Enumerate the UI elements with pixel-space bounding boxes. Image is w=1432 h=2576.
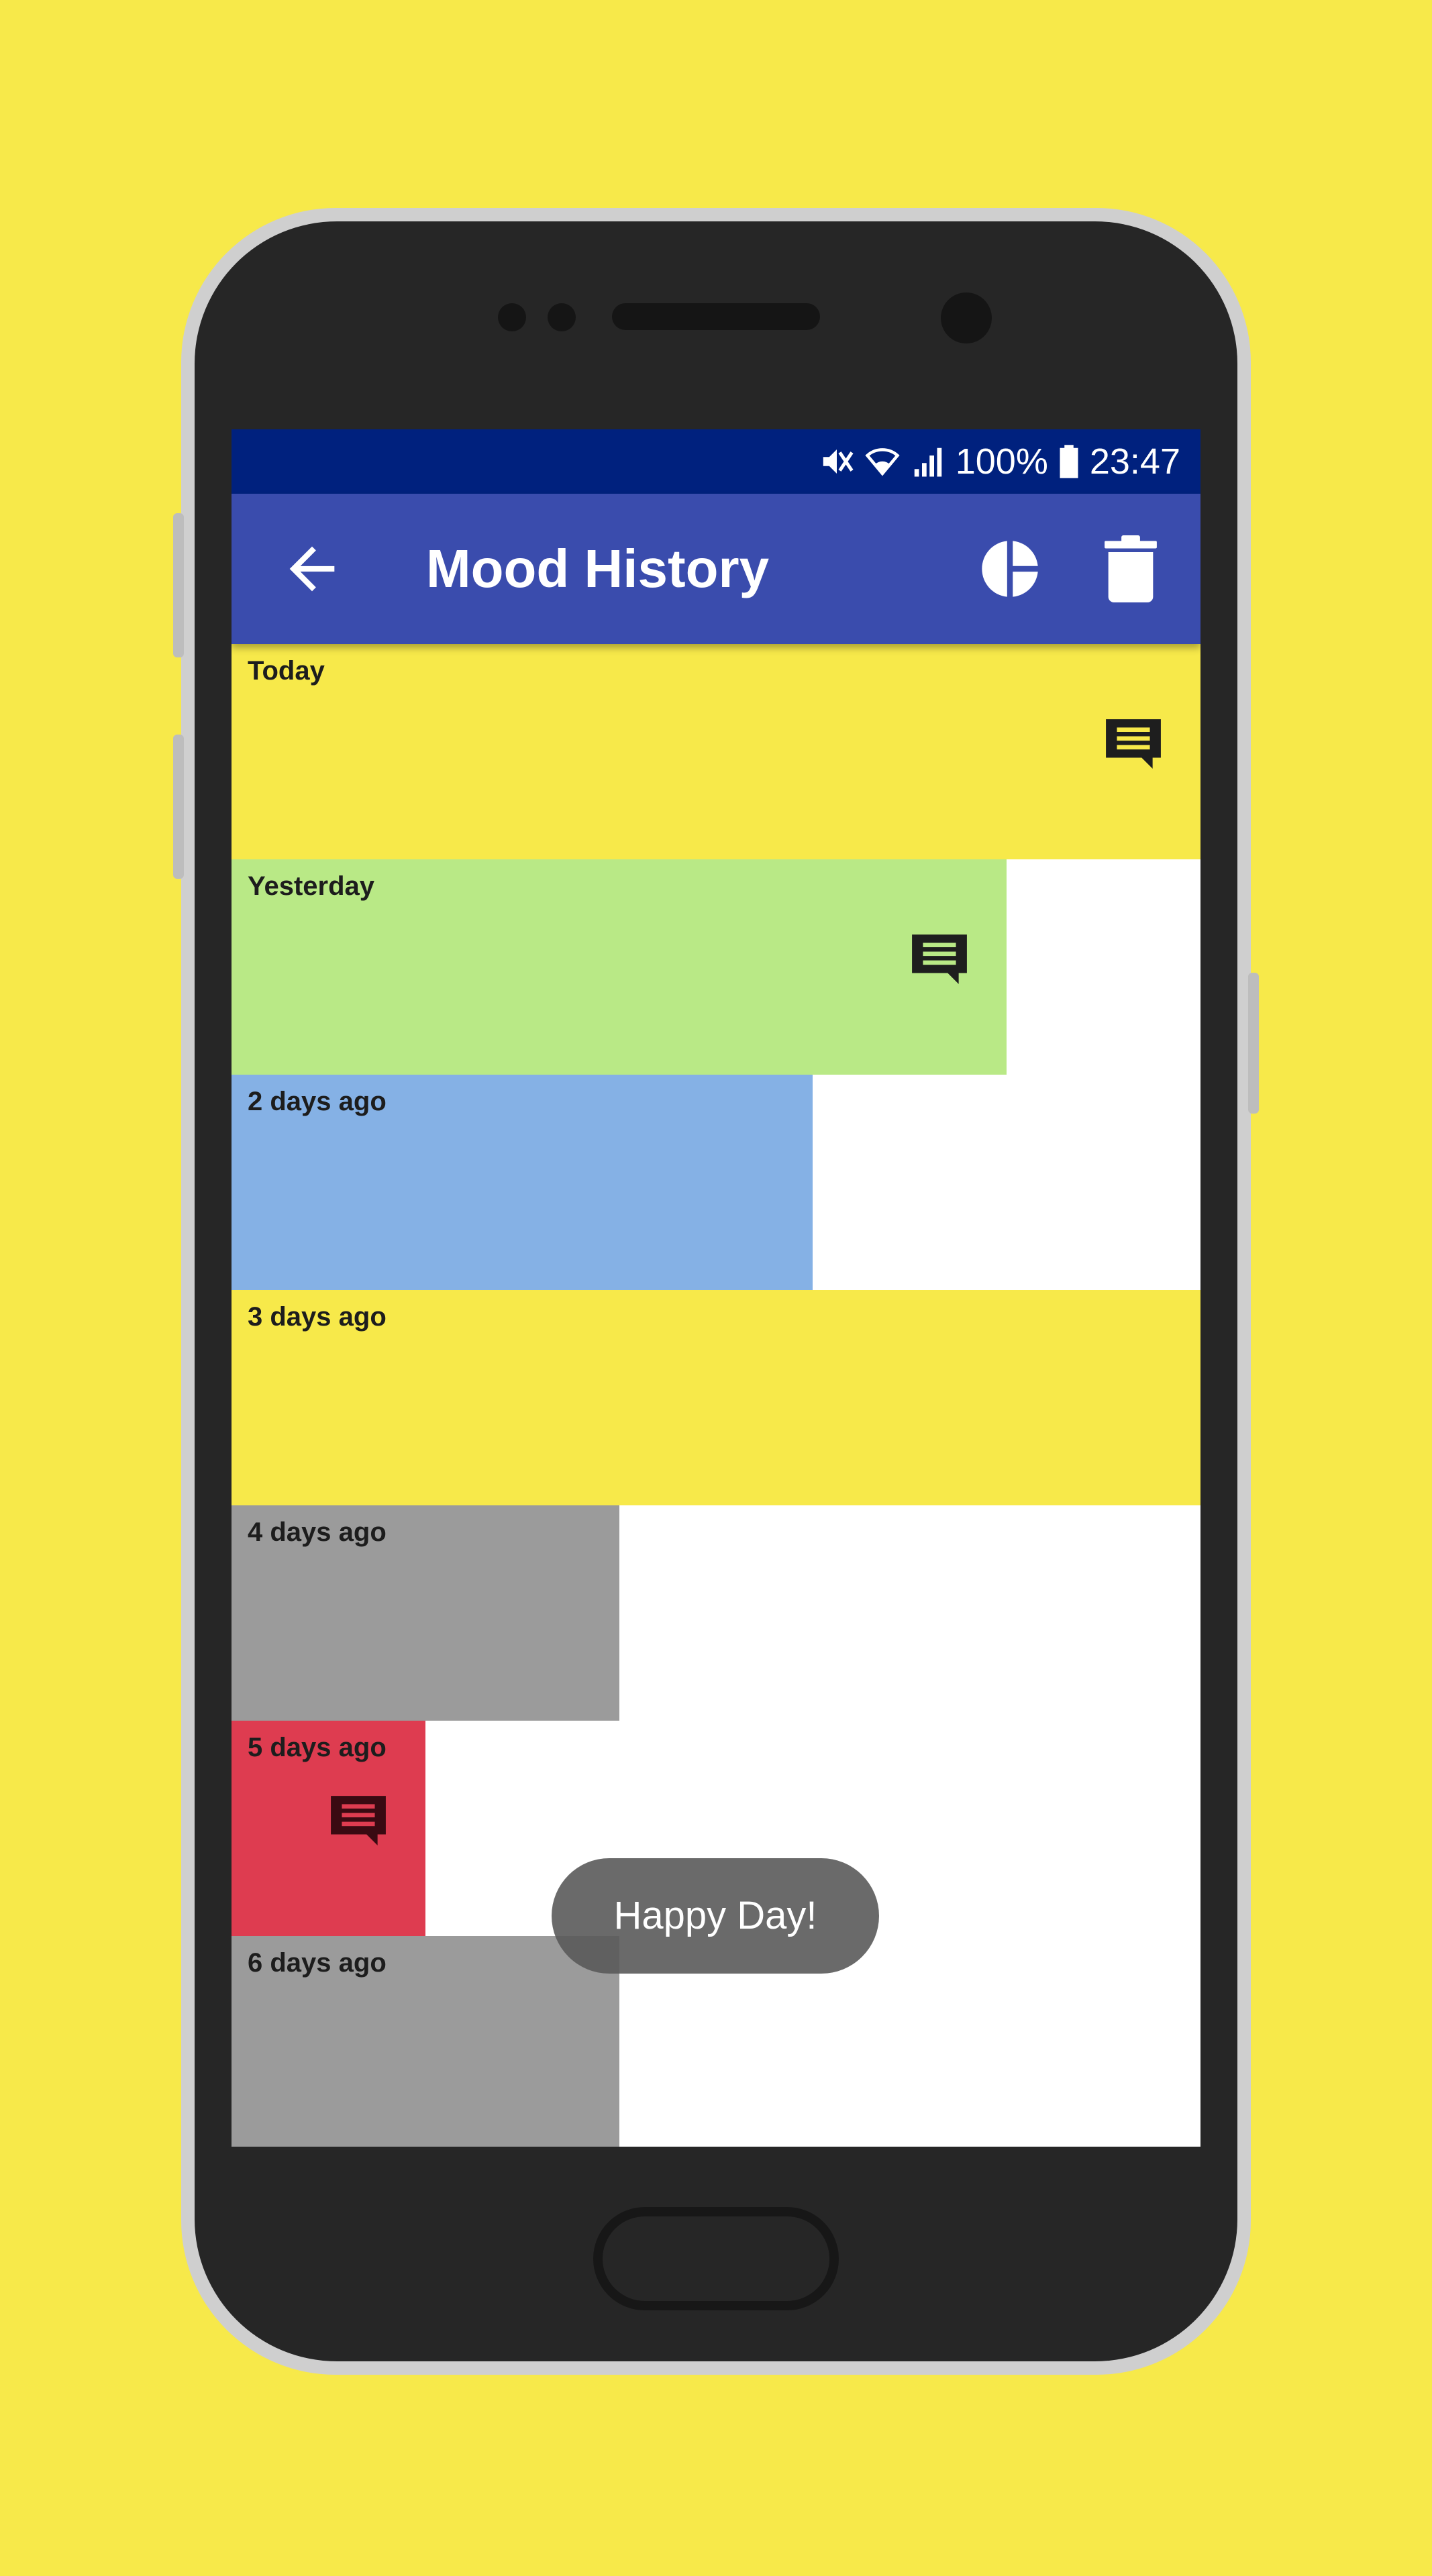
status-icons: 100% 23:47 xyxy=(819,429,1180,494)
phone-power-button xyxy=(1248,973,1259,1114)
comment-icon[interactable] xyxy=(1103,716,1164,771)
phone-sensor xyxy=(498,303,526,331)
history-row: Today xyxy=(232,644,1200,859)
phone-volume-up-button xyxy=(173,513,184,657)
comment-icon[interactable] xyxy=(328,1793,389,1848)
day-label: 5 days ago xyxy=(248,1733,387,1762)
phone-home-button xyxy=(593,2207,839,2310)
day-label: 2 days ago xyxy=(248,1087,387,1116)
day-label: 3 days ago xyxy=(248,1302,387,1332)
status-bar: 100% 23:47 xyxy=(232,429,1200,494)
battery-percent: 100% xyxy=(955,441,1048,482)
phone-speaker xyxy=(612,303,820,330)
mood-bar xyxy=(232,644,1200,859)
clock: 23:47 xyxy=(1089,441,1180,482)
phone-camera xyxy=(941,292,992,343)
history-row: 3 days ago xyxy=(232,1290,1200,1505)
signal-icon xyxy=(910,443,946,480)
day-label: Today xyxy=(248,656,325,686)
comment-icon[interactable] xyxy=(909,932,970,987)
history-row: Yesterday xyxy=(232,859,1200,1075)
phone-volume-down-button xyxy=(173,735,184,879)
day-label: 6 days ago xyxy=(248,1948,387,1978)
trash-icon[interactable] xyxy=(1104,535,1158,602)
back-arrow-icon[interactable] xyxy=(278,535,346,602)
page-title: Mood History xyxy=(426,539,770,598)
app-bar: Mood History xyxy=(232,494,1200,644)
history-row: 4 days ago xyxy=(232,1505,1200,1721)
day-label: Yesterday xyxy=(248,871,375,901)
day-label: 4 days ago xyxy=(248,1517,387,1547)
toast-message: Happy Day! xyxy=(552,1858,879,1974)
mute-icon xyxy=(819,443,855,480)
history-row: 2 days ago xyxy=(232,1075,1200,1290)
phone-sensor xyxy=(548,303,576,331)
pie-chart-icon[interactable] xyxy=(976,535,1043,602)
wifi-icon xyxy=(864,443,901,480)
battery-icon xyxy=(1058,443,1080,480)
